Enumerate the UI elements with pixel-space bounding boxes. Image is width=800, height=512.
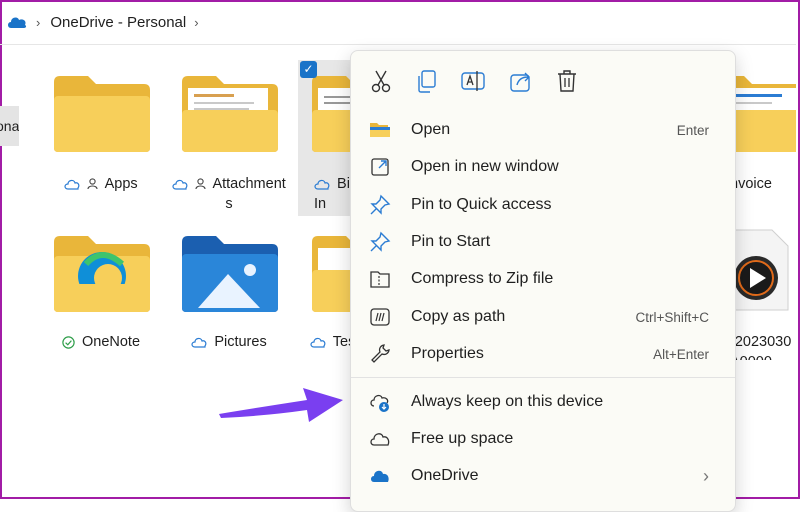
shared-person-icon xyxy=(195,178,206,190)
menu-item-shortcut: Ctrl+Shift+C xyxy=(635,309,709,325)
cloud-status-icon xyxy=(314,179,330,190)
menu-item-properties[interactable]: Properties Alt+Enter xyxy=(357,336,727,372)
cloud-download-icon xyxy=(370,394,389,412)
menu-item-pin-quick-access[interactable]: Pin to Quick access xyxy=(357,187,727,223)
context-menu: Open Enter Open in new window Pin to Qui… xyxy=(350,50,736,512)
file-name: nvoice xyxy=(730,176,772,192)
zip-folder-icon xyxy=(370,271,390,288)
cut-icon[interactable] xyxy=(367,67,395,95)
file-name: OneNote xyxy=(81,334,141,350)
cloud-status-icon xyxy=(310,337,326,348)
menu-item-label: Open xyxy=(411,121,451,138)
rename-icon[interactable] xyxy=(459,67,487,95)
copy-path-icon xyxy=(370,308,390,326)
breadcrumb-onedrive-personal[interactable]: OneDrive - Personal xyxy=(50,14,186,31)
copy-icon[interactable] xyxy=(413,67,441,95)
menu-item-open[interactable]: Open Enter xyxy=(357,112,727,148)
folder-with-documents-icon xyxy=(182,76,278,152)
share-icon[interactable] xyxy=(507,67,535,95)
folder-with-documents-icon xyxy=(312,76,354,152)
folder-onenote-icon xyxy=(54,236,150,312)
sidebar-item-selected[interactable]: onal xyxy=(0,106,19,146)
context-menu-toolbar xyxy=(351,59,735,103)
synced-check-icon xyxy=(62,335,75,349)
folder-tile-attachments[interactable]: Attachment s xyxy=(170,60,288,216)
file-name: Apps xyxy=(104,176,138,192)
sidebar-item-label: onal xyxy=(0,118,19,134)
wrench-icon xyxy=(371,344,390,363)
menu-item-label: Open in new window xyxy=(411,158,559,175)
menu-item-pin-start[interactable]: Pin to Start xyxy=(357,224,727,260)
menu-item-label: OneDrive xyxy=(411,467,479,484)
folder-tile-tes[interactable]: Tes xyxy=(298,220,354,360)
menu-item-copy-as-path[interactable]: Copy as path Ctrl+Shift+C xyxy=(357,299,727,335)
folder-tile-onenote[interactable]: OneNote xyxy=(42,220,160,360)
pin-icon xyxy=(370,194,391,215)
cloud-status-icon xyxy=(64,179,80,190)
menu-item-open-new-window[interactable]: Open in new window xyxy=(357,149,727,185)
onedrive-icon xyxy=(371,470,389,482)
menu-item-compress-zip[interactable]: Compress to Zip file xyxy=(357,261,727,297)
folder-tile-apps[interactable]: Apps xyxy=(42,60,160,216)
menu-item-free-up-space[interactable]: Free up space xyxy=(357,421,727,457)
chevron-right-icon: › xyxy=(36,14,41,30)
file-name: Pictures xyxy=(214,334,267,350)
menu-item-label: Properties xyxy=(411,345,484,362)
folder-icon xyxy=(54,76,150,152)
pin-icon xyxy=(370,231,391,252)
cloud-icon xyxy=(370,433,390,446)
folder-tile-pictures[interactable]: Pictures xyxy=(170,220,288,360)
menu-item-onedrive[interactable]: OneDrive › xyxy=(357,458,727,494)
open-new-window-icon xyxy=(371,158,389,176)
menu-item-shortcut: Alt+Enter xyxy=(653,346,709,362)
menu-item-label: Compress to Zip file xyxy=(411,270,554,287)
annotation-arrow-icon xyxy=(219,388,343,422)
file-name: -2023030 A0000 xyxy=(730,334,792,360)
menu-item-label: Copy as path xyxy=(411,308,506,325)
menu-item-shortcut: Enter xyxy=(676,122,709,138)
chevron-right-icon: › xyxy=(703,465,709,486)
menu-item-label: Always keep on this device xyxy=(411,393,604,410)
menu-item-label: Free up space xyxy=(411,430,514,447)
chevron-right-icon[interactable]: › xyxy=(194,15,198,30)
shared-person-icon xyxy=(87,178,98,190)
selection-checkbox[interactable]: ✓ xyxy=(300,61,317,78)
menu-item-always-keep-on-device[interactable]: Always keep on this device xyxy=(357,384,727,420)
pictures-folder-icon xyxy=(182,236,278,312)
onedrive-cloud-icon xyxy=(8,17,27,28)
folder-tile-bills-invoices-selected[interactable]: Bi In xyxy=(298,60,354,216)
folder-with-documents-icon xyxy=(312,236,354,312)
delete-icon[interactable] xyxy=(553,67,581,95)
breadcrumb: › OneDrive - Personal › xyxy=(0,0,796,45)
folder-open-icon xyxy=(370,123,390,137)
menu-item-label: Pin to Quick access xyxy=(411,196,552,213)
cloud-status-icon xyxy=(191,337,207,348)
cloud-status-icon xyxy=(172,179,188,190)
file-name: Attachment s xyxy=(212,176,286,212)
menu-item-label: Pin to Start xyxy=(411,233,491,250)
menu-separator xyxy=(351,377,735,378)
